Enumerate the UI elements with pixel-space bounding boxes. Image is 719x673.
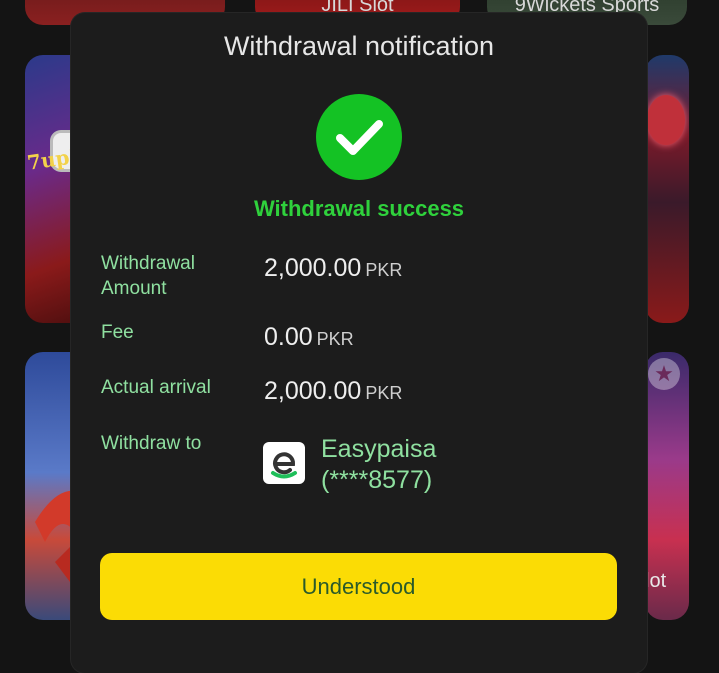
- currency-unit: PKR: [365, 383, 403, 403]
- wallet-name: Easypaisa: [321, 435, 437, 463]
- status-text: Withdrawal success: [253, 196, 465, 221]
- understood-button[interactable]: Understood: [100, 553, 617, 620]
- withdrawal-notification-dialog: Withdrawal notification Withdrawal succe…: [71, 13, 647, 673]
- amount-value: 2,000.00: [264, 377, 362, 405]
- star-icon[interactable]: ★: [648, 358, 680, 390]
- amount-value: 0.00: [264, 323, 313, 351]
- game-tile[interactable]: [645, 55, 689, 323]
- row-label: Actual arrival: [101, 377, 211, 398]
- row-value: 0.00 PKR: [264, 323, 354, 352]
- row-value: 2,000.00 PKR: [264, 254, 402, 283]
- row-value: 2,000.00 PKR: [264, 377, 402, 406]
- row-label: Fee: [101, 322, 134, 343]
- check-icon: [316, 94, 402, 180]
- game-tile-slot[interactable]: ★ lot: [645, 352, 689, 620]
- game-tile-label: lot: [645, 570, 667, 592]
- amount-value: 2,000.00: [264, 254, 362, 282]
- row-label: Withdrawal Amount: [101, 253, 195, 299]
- wallet-account: (****8577): [321, 466, 433, 494]
- wallet-info: Easypaisa (****8577): [321, 434, 436, 496]
- currency-unit: PKR: [365, 260, 403, 280]
- easypaisa-logo-icon: [263, 442, 305, 484]
- row-label: Withdraw to: [101, 433, 202, 454]
- dialog-title: Withdrawal notification: [223, 31, 495, 61]
- game-tile-art: [647, 95, 685, 145]
- currency-unit: PKR: [316, 329, 354, 349]
